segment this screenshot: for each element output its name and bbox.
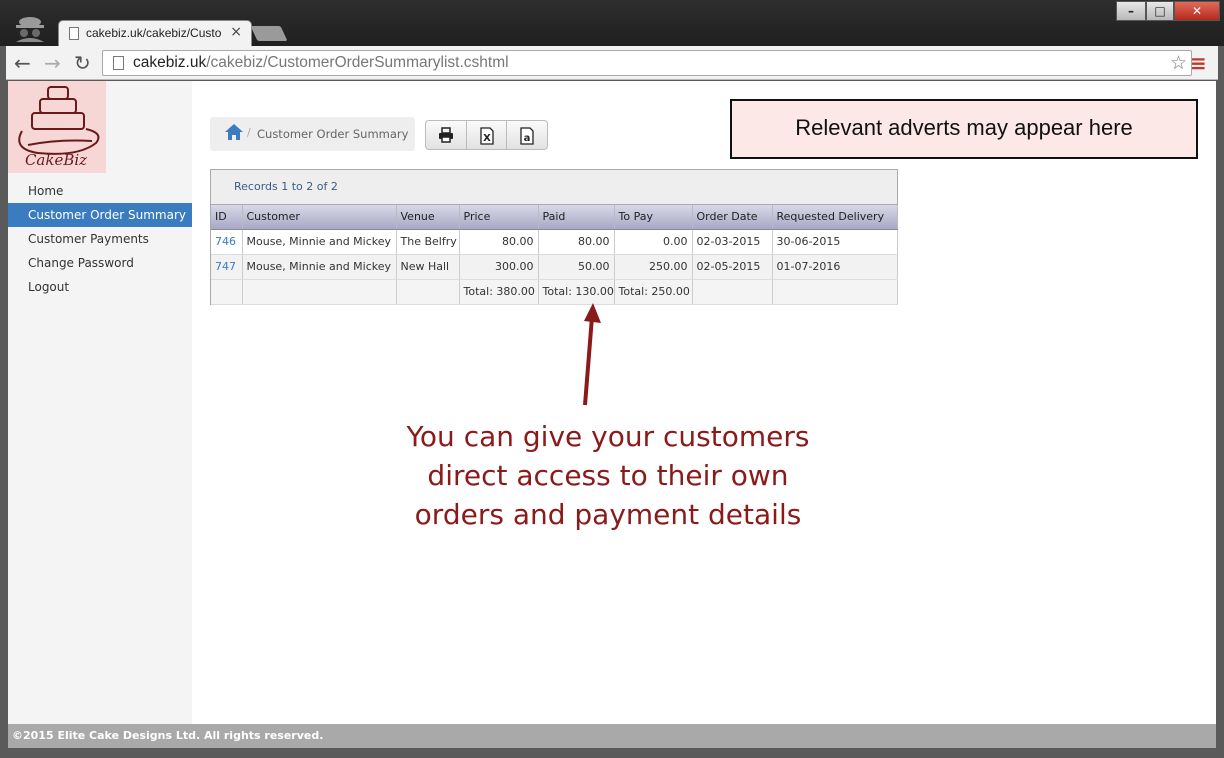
tab-title: cakebiz.uk/cakebiz/Custo [86,26,222,40]
cake-logo-icon: CakeBiz [18,86,100,169]
page-favicon-icon [69,27,79,40]
order-id-cell: 746 [211,229,243,255]
price-cell: 300.00 [459,254,539,280]
total-paid-cell: Total: 130.00 [538,279,615,305]
browser-window: cakebiz.uk/cakebiz/Custo × – □ ✕ ← → ↻ c… [0,0,1224,758]
empty-cell [396,279,460,305]
empty-cell [772,279,898,305]
sidebar-item-customer-payments[interactable]: Customer Payments [8,227,192,251]
sidebar: CakeBiz Home Customer Order Summary Cust… [8,81,192,724]
title-bar: cakebiz.uk/cakebiz/Custo × – □ ✕ [0,0,1224,46]
column-header-price[interactable]: Price [459,205,539,230]
order-id-link[interactable]: 746 [215,235,236,248]
order-id-cell: 747 [211,254,243,280]
text-export-button[interactable]: a [507,121,547,149]
order-id-link[interactable]: 747 [215,260,236,273]
empty-cell [692,279,773,305]
sidebar-item-logout[interactable]: Logout [8,275,192,299]
total-to-pay-cell: Total: 250.00 [614,279,693,305]
order-table: ID Customer Venue Price Paid To Pay Orde… [211,205,898,305]
column-header-paid[interactable]: Paid [538,205,615,230]
records-count: Records 1 to 2 of 2 [234,180,338,193]
text-export-icon: a [520,127,534,145]
customer-cell: Mouse, Minnie and Mickey [242,254,397,280]
address-bar[interactable]: cakebiz.uk/cakebiz/CustomerOrderSummaryl… [102,50,1192,76]
home-icon[interactable] [224,122,244,142]
sidebar-nav: Home Customer Order Summary Customer Pay… [8,179,192,299]
venue-cell: The Belfry [396,229,460,255]
page-icon [113,56,124,70]
table-row: 747 Mouse, Minnie and Mickey New Hall 30… [211,254,898,280]
browser-tab[interactable]: cakebiz.uk/cakebiz/Custo × [58,20,252,46]
close-icon: ✕ [1191,4,1203,18]
svg-text:a: a [524,133,531,144]
customer-cell: Mouse, Minnie and Mickey [242,229,397,255]
page-footer: ©2015 Elite Cake Designs Ltd. All rights… [8,724,1216,748]
callout-text: You can give your customers direct acces… [388,417,828,534]
order-summary-grid: Records 1 to 2 of 2 ID Customer Venue Pr… [210,169,898,305]
export-button-group: X a [425,120,548,150]
order-date-cell: 02-05-2015 [692,254,773,280]
svg-text:CakeBiz: CakeBiz [25,151,87,169]
copyright-text: ©2015 Elite Cake Designs Ltd. All rights… [12,729,324,742]
breadcrumb-current: Customer Order Summary [257,127,409,141]
paid-cell: 50.00 [538,254,615,280]
tab-close-icon[interactable]: × [230,24,242,40]
url-text: cakebiz.uk/cakebiz/CustomerOrderSummaryl… [133,54,509,71]
column-header-order-date[interactable]: Order Date [692,205,773,230]
delivery-date-cell: 30-06-2015 [772,229,898,255]
price-cell: 80.00 [459,229,539,255]
new-tab-button[interactable] [250,26,288,41]
callout-line: You can give your customers [406,420,810,453]
bookmark-star-icon[interactable]: ☆ [1170,52,1187,74]
print-icon [439,127,453,143]
breadcrumb: / Customer Order Summary [210,117,415,151]
order-date-cell: 02-03-2015 [692,229,773,255]
svg-text:X: X [483,133,491,144]
page-viewport: CakeBiz Home Customer Order Summary Cust… [8,81,1216,748]
cakebiz-logo[interactable]: CakeBiz [8,81,106,173]
table-row: 746 Mouse, Minnie and Mickey The Belfry … [211,229,898,255]
callout-line: orders and payment details [414,498,802,531]
sidebar-item-customer-order-summary[interactable]: Customer Order Summary [8,203,192,227]
excel-icon: X [480,127,494,145]
totals-row: Total: 380.00 Total: 130.00 Total: 250.0… [211,279,898,305]
excel-export-button[interactable]: X [467,121,508,149]
to-pay-cell: 0.00 [614,229,693,255]
print-button[interactable] [426,121,467,149]
to-pay-cell: 250.00 [614,254,693,280]
paid-cell: 80.00 [538,229,615,255]
column-header-to-pay[interactable]: To Pay [614,205,693,230]
column-header-customer[interactable]: Customer [242,205,397,230]
table-header-row: ID Customer Venue Price Paid To Pay Orde… [211,205,898,230]
breadcrumb-separator: / [247,126,251,139]
incognito-icon [16,17,44,42]
venue-cell: New Hall [396,254,460,280]
reload-icon[interactable]: ↻ [74,51,91,75]
sidebar-item-home[interactable]: Home [8,179,192,203]
total-price-cell: Total: 380.00 [459,279,539,305]
column-header-id[interactable]: ID [211,205,243,230]
callout-arrow [583,303,601,406]
callout-line: direct access to their own [427,459,789,492]
back-icon[interactable]: ← [14,51,31,75]
empty-cell [211,279,243,305]
grid-pager: Records 1 to 2 of 2 [211,170,897,205]
chrome-menu-icon[interactable]: ≡ [1190,51,1207,75]
browser-toolbar: ← → ↻ cakebiz.uk/cakebiz/CustomerOrderSu… [6,46,1218,80]
close-window-button[interactable]: ✕ [1174,1,1220,21]
maximize-button[interactable]: □ [1146,1,1174,21]
forward-icon[interactable]: → [44,51,61,75]
empty-cell [242,279,397,305]
maximize-icon: □ [1154,4,1166,18]
minimize-icon: – [1128,4,1134,18]
column-header-requested-delivery[interactable]: Requested Delivery [772,205,898,230]
column-header-venue[interactable]: Venue [396,205,460,230]
advert-banner[interactable]: Relevant adverts may appear here [730,99,1198,159]
sidebar-item-change-password[interactable]: Change Password [8,251,192,275]
delivery-date-cell: 01-07-2016 [772,254,898,280]
minimize-button[interactable]: – [1116,1,1146,21]
